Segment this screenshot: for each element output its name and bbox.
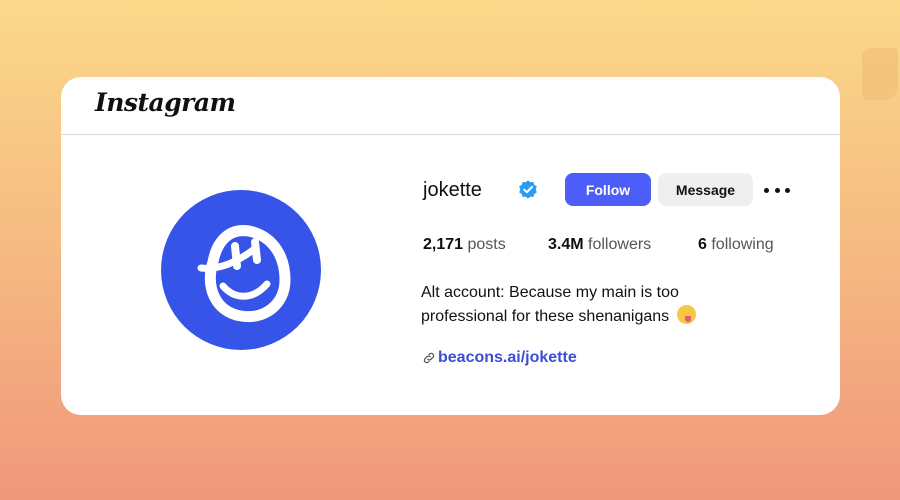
following-label: following: [711, 236, 774, 253]
bio-line-1: Alt account: Because my main is too: [421, 284, 679, 301]
smiley-avatar-icon: [197, 225, 291, 323]
top-bar: Instagram: [61, 77, 840, 135]
verified-badge-icon: [519, 180, 537, 199]
more-options-icon[interactable]: [764, 180, 790, 200]
bio: Alt account: Because my main is too prof…: [421, 281, 751, 329]
profile-card: Instagram jokette Follow Message 2,171 p…: [61, 77, 840, 415]
dot: [785, 187, 790, 193]
bio-line-2-text: professional for these shenanigans: [421, 308, 670, 325]
bio-line-2: professional for these shenanigans: [421, 305, 751, 329]
background-decoration: [862, 48, 898, 100]
instagram-logo[interactable]: Instagram: [95, 88, 236, 117]
bio-link-text: beacons.ai/jokette: [438, 349, 577, 366]
avatar[interactable]: [161, 190, 321, 350]
dot: [764, 187, 769, 193]
followers-stat[interactable]: 3.4M followers: [548, 236, 651, 254]
followers-label: followers: [588, 236, 652, 253]
message-button[interactable]: Message: [658, 173, 753, 206]
posts-label: posts: [467, 236, 506, 253]
posts-count: 2,171: [423, 236, 464, 253]
posts-stat: 2,171 posts: [423, 236, 506, 254]
username: jokette: [423, 179, 482, 201]
follow-button[interactable]: Follow: [565, 173, 651, 206]
dot: [774, 187, 780, 193]
following-stat[interactable]: 6 following: [698, 236, 774, 254]
zany-face-emoji-icon: [676, 305, 696, 324]
following-count: 6: [698, 236, 707, 253]
link-icon: [423, 352, 435, 364]
followers-count: 3.4M: [548, 236, 584, 253]
bio-link[interactable]: beacons.ai/jokette: [422, 349, 577, 367]
